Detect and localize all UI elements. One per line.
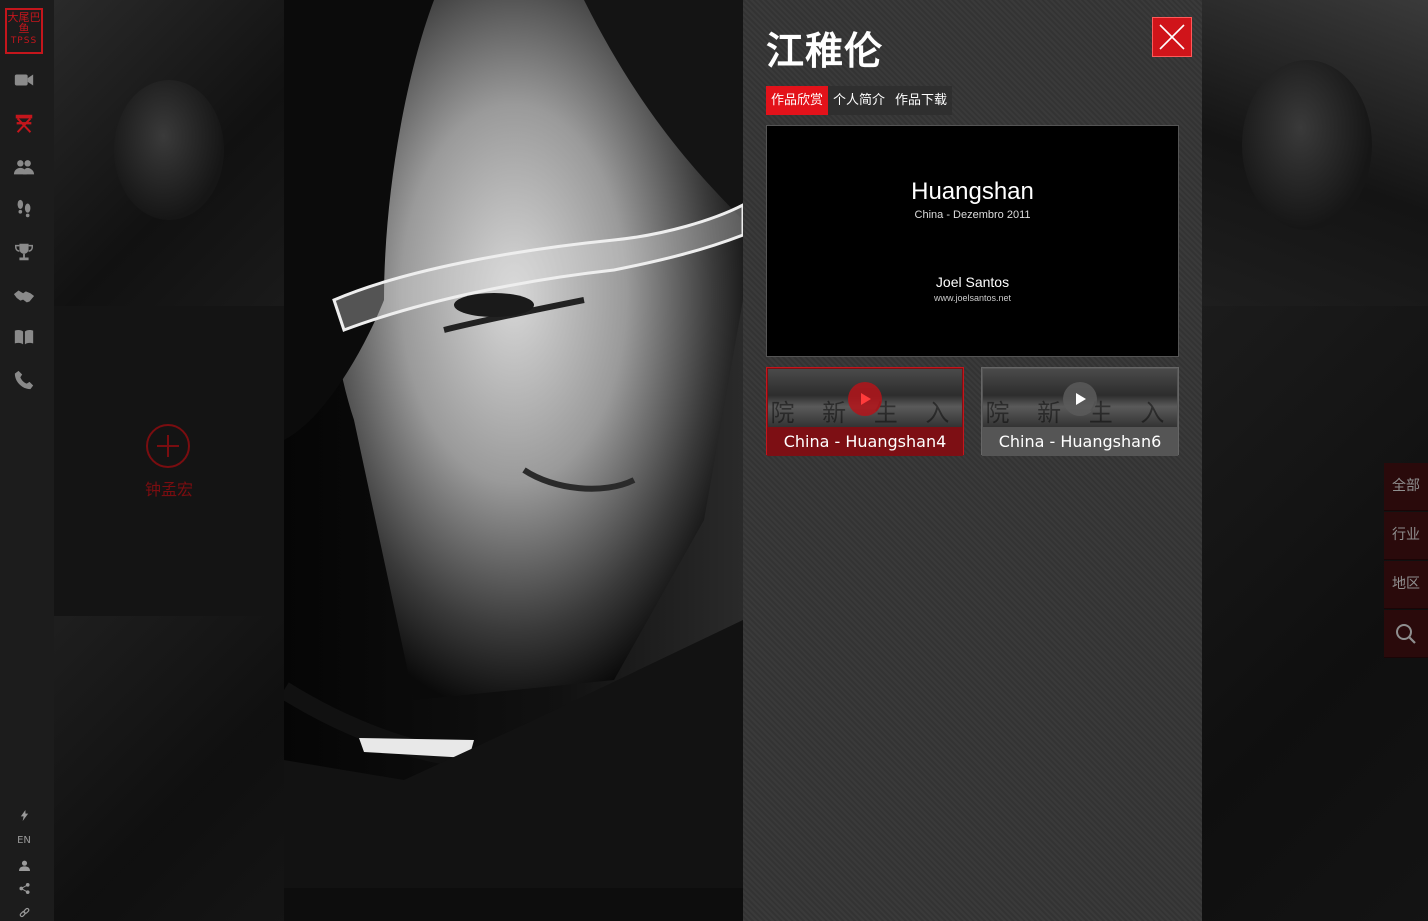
artist-name-title: 江稚伦 (766, 29, 884, 73)
filter-industry[interactable]: 行业 (1384, 512, 1428, 560)
close-button[interactable] (1152, 17, 1192, 57)
video-thumbnail[interactable]: 院 新 生 入 China - Huangshan6 (981, 367, 1179, 456)
link-icon[interactable] (14, 904, 34, 920)
tab-profile[interactable]: 个人简介 (828, 86, 891, 115)
brand-logo[interactable]: 大尾巴鱼 TPSS (5, 8, 43, 54)
tab-works[interactable]: 作品欣赏 (766, 86, 829, 115)
video-website: www.joelsantos.net (933, 293, 1012, 303)
book-icon[interactable] (11, 324, 37, 350)
footprints-icon[interactable] (11, 196, 37, 222)
video-thumbnail[interactable]: 院 新 生 入 China - Huangshan4 (766, 367, 964, 456)
logo-subtext: TPSS (10, 36, 38, 46)
artist-tile[interactable] (1202, 0, 1428, 306)
search-icon (1396, 623, 1416, 644)
play-icon[interactable] (1063, 382, 1097, 416)
detail-tabs: 作品欣赏 个人简介 作品下载 (766, 86, 953, 115)
director-chair-icon[interactable] (11, 110, 37, 136)
thumbnail-caption: China - Huangshan4 (767, 427, 963, 456)
artist-tile[interactable] (54, 0, 284, 306)
video-camera-icon[interactable] (11, 67, 37, 93)
plus-icon[interactable] (146, 424, 190, 468)
video-title: Huangshan (911, 178, 1034, 205)
video-subtitle: China - Dezembro 2011 (914, 209, 1031, 221)
phone-icon[interactable] (11, 367, 37, 393)
tab-downloads[interactable]: 作品下载 (890, 86, 953, 115)
user-icon[interactable] (14, 857, 34, 873)
artist-card[interactable]: 钟孟宏 (54, 306, 284, 616)
filter-region[interactable]: 地区 (1384, 561, 1428, 609)
thumbnail-caption: China - Huangshan6 (982, 427, 1178, 456)
close-icon (1159, 24, 1185, 50)
artist-portrait (284, 0, 743, 888)
video-player[interactable]: Huangshan China - Dezembro 2011 Joel San… (766, 125, 1179, 357)
artist-detail-panel: 江稚伦 作品欣赏 个人简介 作品下载 Huangshan China - Dez… (743, 0, 1202, 921)
search-button[interactable] (1384, 610, 1428, 658)
share-icon[interactable] (14, 880, 34, 896)
people-icon[interactable] (11, 154, 37, 180)
artist-card-name: 钟孟宏 (144, 480, 193, 499)
language-switch[interactable]: EN (14, 832, 34, 848)
video-author: Joel Santos (935, 274, 1010, 290)
play-icon[interactable] (848, 382, 882, 416)
lightning-icon[interactable] (14, 807, 34, 823)
portrait-image (284, 0, 743, 888)
sidebar: 大尾巴鱼 TPSS EN (0, 0, 54, 921)
trophy-icon[interactable] (11, 239, 37, 265)
logo-text: 大尾巴鱼 (7, 11, 41, 35)
handshake-icon[interactable] (11, 283, 37, 309)
artist-tile[interactable] (54, 616, 284, 921)
filter-all[interactable]: 全部 (1384, 463, 1428, 511)
